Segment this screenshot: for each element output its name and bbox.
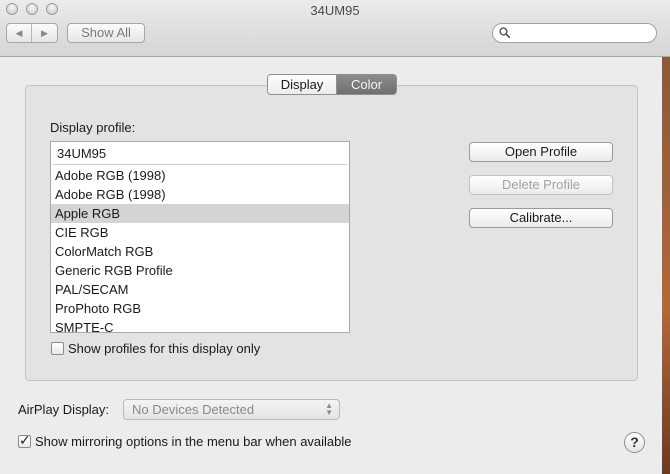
current-profile[interactable]: 34UM95 <box>53 142 347 165</box>
list-item[interactable]: CIE RGB <box>51 223 349 242</box>
tab-bar: Display Color <box>267 74 397 95</box>
tab-display[interactable]: Display <box>268 75 337 94</box>
tab-color[interactable]: Color <box>337 75 396 94</box>
profile-list[interactable]: 34UM95 Adobe RGB (1998) Adobe RGB (1998)… <box>50 141 350 333</box>
show-all-button[interactable]: Show All <box>67 23 145 43</box>
delete-profile-button[interactable]: Delete Profile <box>469 175 613 195</box>
back-icon[interactable]: ◀ <box>7 24 33 42</box>
list-item[interactable]: Adobe RGB (1998) <box>51 185 349 204</box>
show-profiles-only-checkbox[interactable] <box>51 342 64 355</box>
open-profile-button[interactable]: Open Profile <box>469 142 613 162</box>
list-item-selected[interactable]: Apple RGB <box>51 204 349 223</box>
mirroring-options-label[interactable]: Show mirroring options in the menu bar w… <box>35 434 352 449</box>
help-button[interactable]: ? <box>624 432 645 453</box>
search-input[interactable] <box>515 25 651 41</box>
mirroring-options-checkbox[interactable]: ✓ <box>18 432 31 448</box>
title-bar: 34UM95 ◀ ▶ Show All <box>0 0 670 57</box>
list-item[interactable]: Generic RGB Profile <box>51 261 349 280</box>
chevron-up-down-icon: ▲ ▼ <box>325 401 333 417</box>
list-item[interactable]: Adobe RGB (1998) <box>51 166 349 185</box>
list-item[interactable]: SMPTE-C <box>51 318 349 332</box>
display-profile-label: Display profile: <box>50 120 136 135</box>
forward-icon[interactable]: ▶ <box>32 24 57 42</box>
search-field[interactable] <box>492 23 657 43</box>
window-title: 34UM95 <box>310 3 360 18</box>
checkmark-icon: ✓ <box>19 432 31 448</box>
airplay-display-label: AirPlay Display: <box>18 402 110 417</box>
list-item[interactable]: ProPhoto RGB <box>51 299 349 318</box>
list-item[interactable]: PAL/SECAM <box>51 280 349 299</box>
show-profiles-only-label[interactable]: Show profiles for this display only <box>68 341 260 356</box>
airplay-display-value: No Devices Detected <box>132 402 255 417</box>
back-forward-group: ◀ ▶ <box>6 23 58 43</box>
search-icon <box>499 27 510 38</box>
calibrate-button[interactable]: Calibrate... <box>469 208 613 228</box>
airplay-display-select[interactable]: No Devices Detected ▲ ▼ <box>123 399 340 420</box>
list-item[interactable]: ColorMatch RGB <box>51 242 349 261</box>
desktop-background-edge <box>662 57 670 474</box>
profile-list-items: Adobe RGB (1998) Adobe RGB (1998) Apple … <box>51 165 349 332</box>
